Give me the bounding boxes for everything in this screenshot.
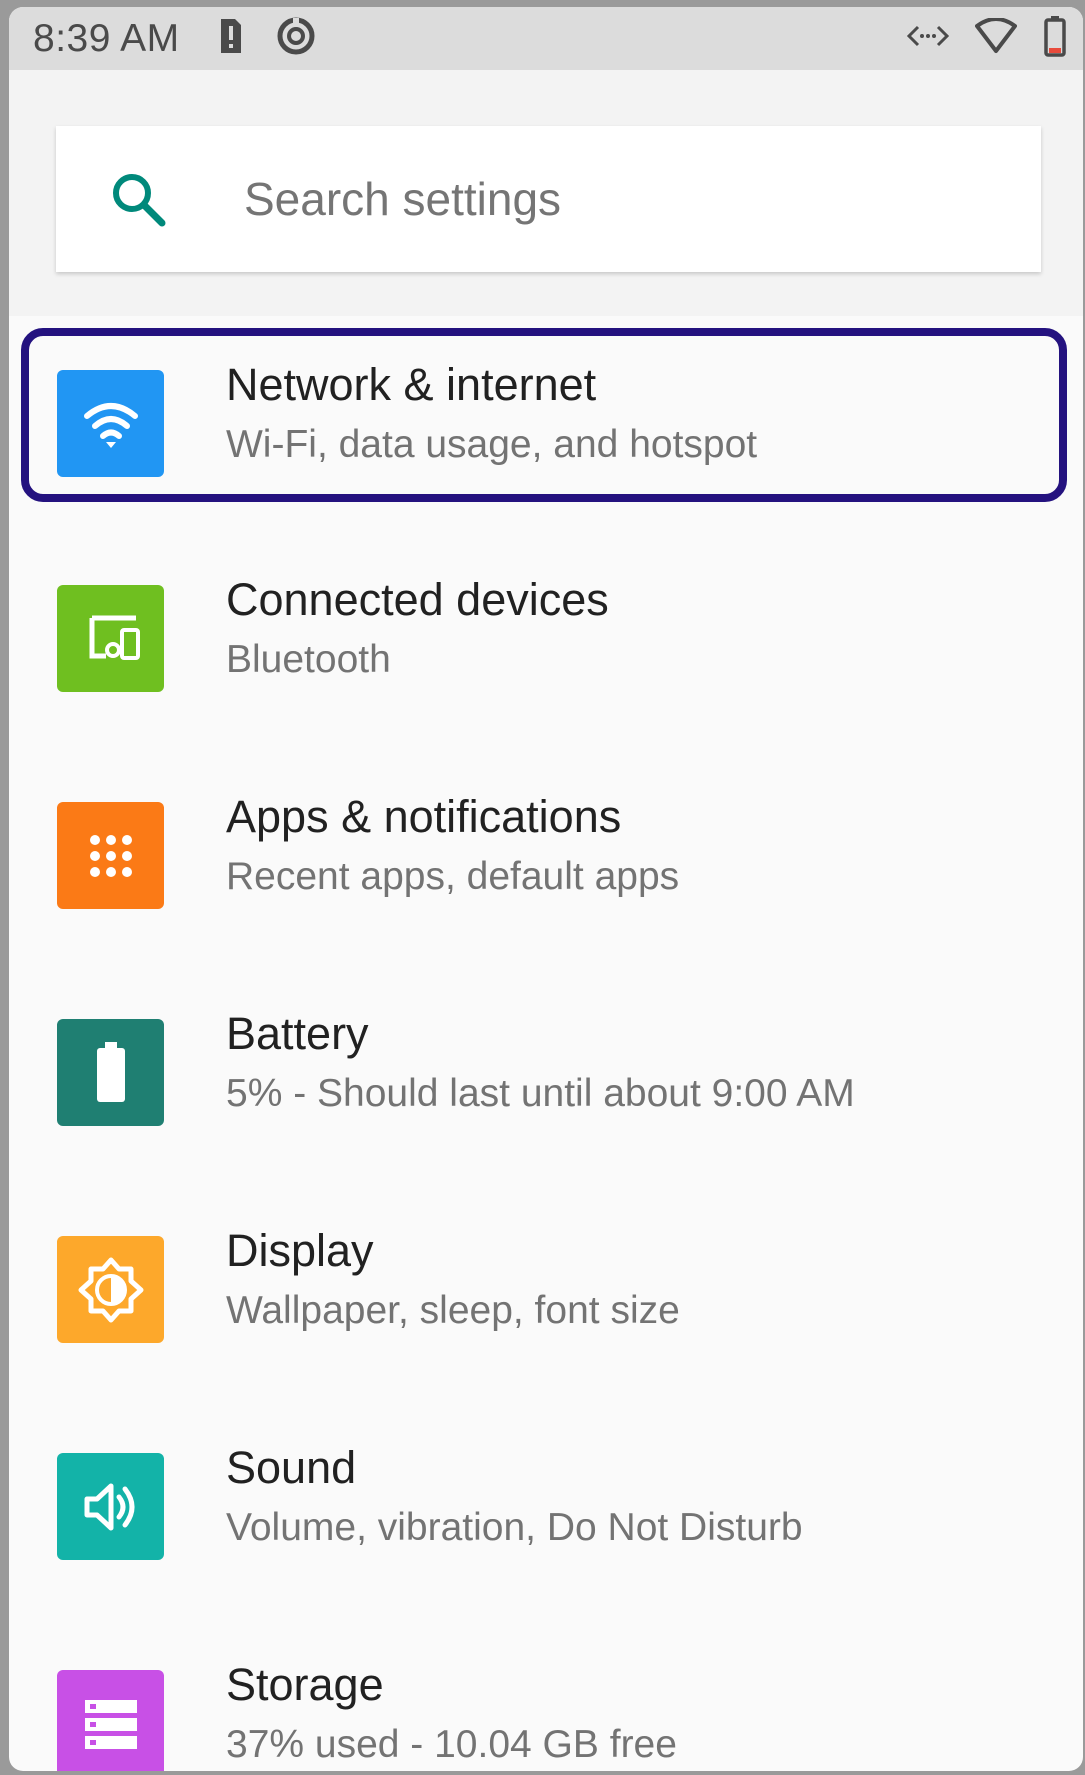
item-summary: Volume, vibration, Do Not Disturb [226,1506,803,1549]
settings-item-display[interactable]: Display Wallpaper, sleep, font size [9,1184,1083,1401]
item-title: Sound [226,1442,357,1493]
item-title: Apps & notifications [226,791,622,842]
storage-icon [57,1670,164,1771]
item-summary: 5% - Should last until about 9:00 AM [226,1072,855,1115]
status-time: 8:39 AM [33,16,180,60]
item-title: Storage [226,1659,384,1710]
item-summary: Bluetooth [226,638,391,681]
battery-status-icon [1043,15,1067,62]
settings-item-battery[interactable]: Battery 5% - Should last until about 9:0… [9,967,1083,1184]
brightness-icon [57,1236,164,1343]
search-bar[interactable]: Search settings [56,126,1041,272]
settings-item-apps[interactable]: Apps & notifications Recent apps, defaul… [9,750,1083,967]
data-transfer-icon [906,23,950,54]
wifi-icon [57,370,164,477]
sim-alert-icon [218,17,244,60]
volume-icon [57,1453,164,1560]
wifi-status-icon [975,17,1017,59]
battery-icon [57,1019,164,1126]
devices-icon [57,585,164,692]
item-title: Connected devices [226,574,609,625]
item-title: Display [226,1225,374,1276]
data-saver-icon [276,16,316,61]
device-screen: 8:39 AM Search settings Network & intern… [9,7,1083,1771]
search-icon [108,169,168,229]
item-summary: Wallpaper, sleep, font size [226,1289,680,1332]
apps-icon [57,802,164,909]
settings-item-sound[interactable]: Sound Volume, vibration, Do Not Disturb [9,1401,1083,1618]
item-title: Battery [226,1008,369,1059]
search-area: Search settings [9,70,1083,316]
item-summary: 37% used - 10.04 GB free [226,1723,677,1766]
item-title: Network & internet [226,359,597,410]
settings-item-connected-devices[interactable]: Connected devices Bluetooth [9,533,1083,750]
item-summary: Recent apps, default apps [226,855,680,898]
item-summary: Wi-Fi, data usage, and hotspot [226,423,758,466]
settings-item-network[interactable]: Network & internet Wi-Fi, data usage, an… [9,316,1083,533]
settings-list: Network & internet Wi-Fi, data usage, an… [9,316,1083,1771]
status-bar: 8:39 AM [9,7,1083,70]
settings-item-storage[interactable]: Storage 37% used - 10.04 GB free [9,1618,1083,1771]
search-placeholder: Search settings [244,173,562,225]
